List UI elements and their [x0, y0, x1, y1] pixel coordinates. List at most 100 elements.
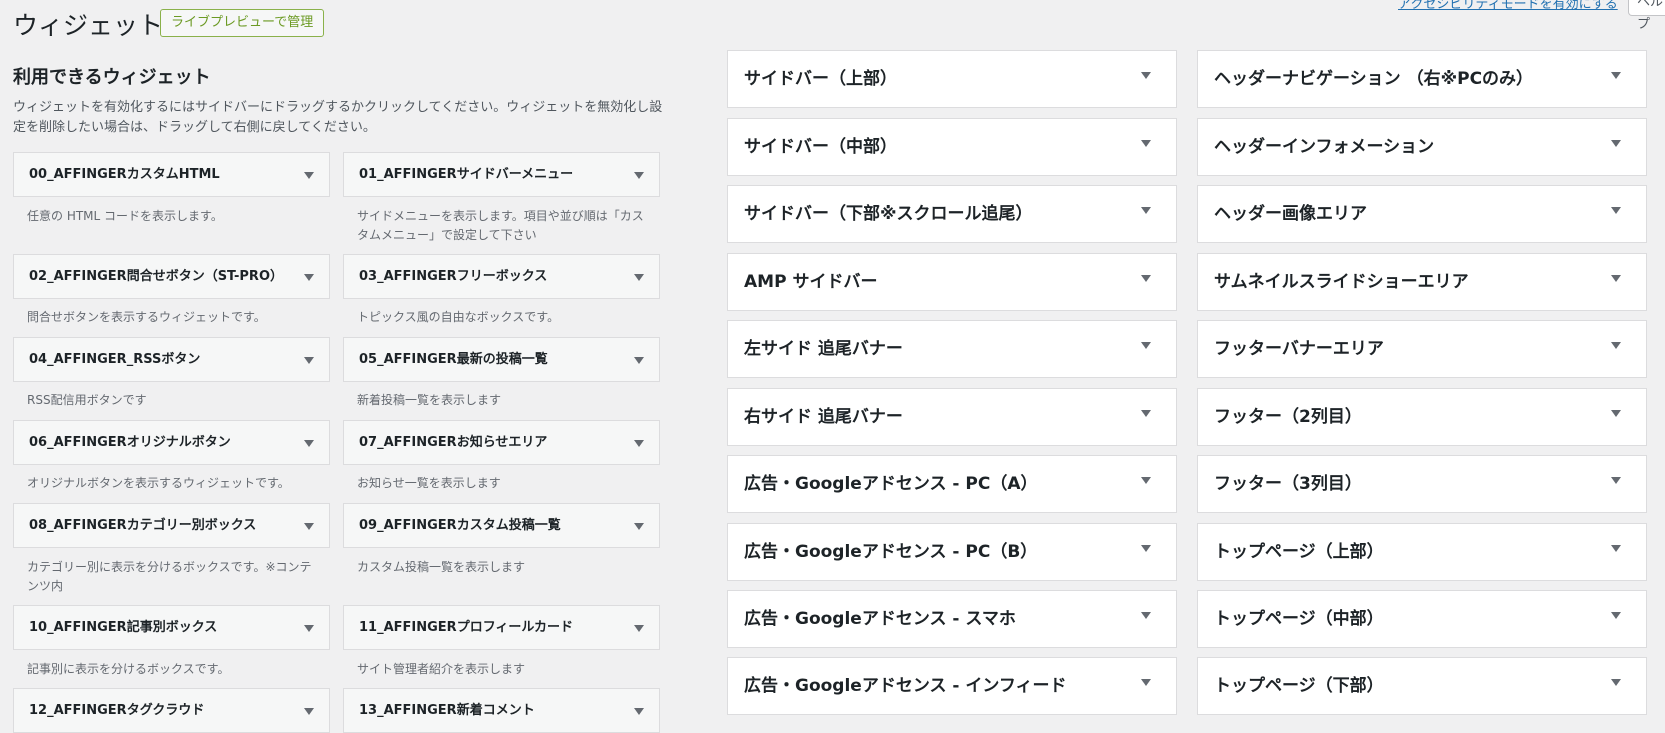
widget-description: お知らせ一覧を表示します — [357, 476, 501, 490]
widget-item[interactable]: 09_AFFINGERカスタム投稿一覧 — [343, 503, 660, 548]
widget-area-title: サイドバー（中部） — [744, 137, 897, 157]
widget-area[interactable]: フッターバナーエリア — [1197, 320, 1647, 378]
widget-title: 10_AFFINGER記事別ボックス — [29, 620, 218, 635]
widget-description: 任意の HTML コードを表示します。 — [27, 209, 223, 223]
widget-area[interactable]: 左サイド 追尾バナー — [727, 320, 1177, 378]
widget-description: RSS配信用ボタンです — [27, 393, 147, 407]
expand-arrow-icon[interactable] — [1141, 679, 1151, 686]
expand-arrow-icon[interactable] — [1611, 207, 1621, 214]
widget-item[interactable]: 08_AFFINGERカテゴリー別ボックス — [13, 503, 330, 548]
expand-arrow-icon[interactable] — [304, 440, 314, 447]
expand-arrow-icon[interactable] — [1141, 342, 1151, 349]
widget-description: オリジナルボタンを表示するウィジェットです。 — [27, 476, 290, 490]
widget-description: カスタム投稿一覧を表示します — [357, 560, 526, 574]
widget-area[interactable]: フッター（3列目） — [1197, 455, 1647, 513]
widget-area[interactable]: AMP サイドバー — [727, 253, 1177, 311]
widget-area[interactable]: 広告・Googleアドセンス - インフィード — [727, 657, 1177, 715]
expand-arrow-icon[interactable] — [304, 708, 314, 715]
expand-arrow-icon[interactable] — [634, 357, 644, 364]
accessibility-mode-link[interactable]: アクセシビリティモードを有効にする — [1398, 0, 1618, 12]
widget-item[interactable]: 04_AFFINGER_RSSボタン — [13, 337, 330, 382]
widget-area-title: 左サイド 追尾バナー — [744, 339, 903, 359]
widget-area[interactable]: 広告・Googleアドセンス - PC（A） — [727, 455, 1177, 513]
expand-arrow-icon[interactable] — [1141, 545, 1151, 552]
live-preview-button[interactable]: ライブプレビューで管理 — [160, 9, 325, 37]
expand-arrow-icon[interactable] — [1611, 72, 1621, 79]
widget-title: 04_AFFINGER_RSSボタン — [29, 352, 201, 367]
widget-area[interactable]: トップページ（上部） — [1197, 523, 1647, 581]
widget-area[interactable]: トップページ（中部） — [1197, 590, 1647, 648]
widget-area[interactable]: ヘッダーインフォメーション — [1197, 118, 1647, 176]
widget-area-title: サイドバー（下部※スクロール追尾） — [744, 204, 1033, 224]
expand-arrow-icon[interactable] — [634, 274, 644, 281]
expand-arrow-icon[interactable] — [1611, 275, 1621, 282]
expand-arrow-icon[interactable] — [1611, 477, 1621, 484]
widget-description: 新着投稿一覧を表示します — [357, 393, 502, 407]
widget-description: 問合せボタンを表示するウィジェットです。 — [27, 310, 266, 324]
help-tab[interactable]: ヘルプ — [1628, 0, 1665, 32]
widget-title: 12_AFFINGERタグクラウド — [29, 703, 205, 718]
expand-arrow-icon[interactable] — [1611, 410, 1621, 417]
expand-arrow-icon[interactable] — [634, 440, 644, 447]
widget-area[interactable]: ヘッダー画像エリア — [1197, 185, 1647, 243]
widget-area-title: フッターバナーエリア — [1214, 339, 1384, 359]
widget-item[interactable]: 03_AFFINGERフリーボックス — [343, 254, 660, 299]
widget-area[interactable]: サイドバー（中部） — [727, 118, 1177, 176]
widget-title: 01_AFFINGERサイドバーメニュー — [359, 167, 574, 182]
widget-area[interactable]: フッター（2列目） — [1197, 388, 1647, 446]
widget-area-title: 広告・Googleアドセンス - PC（B） — [744, 542, 1038, 562]
widget-area[interactable]: ヘッダーナビゲーション （右※PCのみ） — [1197, 50, 1647, 108]
widget-area-title: AMP サイドバー — [744, 272, 878, 292]
widget-item[interactable]: 00_AFFINGERカスタムHTML — [13, 152, 330, 197]
expand-arrow-icon[interactable] — [1611, 679, 1621, 686]
expand-arrow-icon[interactable] — [1141, 410, 1151, 417]
widget-area-title: サイドバー（上部） — [744, 69, 897, 89]
expand-arrow-icon[interactable] — [1611, 545, 1621, 552]
expand-arrow-icon[interactable] — [304, 625, 314, 632]
page-title: ウィジェット — [13, 11, 164, 40]
widget-title: 02_AFFINGER問合せボタン（ST-PRO） — [29, 269, 283, 284]
widget-title: 07_AFFINGERお知らせエリア — [359, 435, 548, 450]
widget-area[interactable]: トップページ（下部） — [1197, 657, 1647, 715]
widget-area[interactable]: サイドバー（下部※スクロール追尾） — [727, 185, 1177, 243]
widget-item[interactable]: 07_AFFINGERお知らせエリア — [343, 420, 660, 465]
widget-item[interactable]: 01_AFFINGERサイドバーメニュー — [343, 152, 660, 197]
widget-area-title: トップページ（下部） — [1214, 676, 1384, 696]
widget-item[interactable]: 10_AFFINGER記事別ボックス — [13, 605, 330, 650]
expand-arrow-icon[interactable] — [1611, 140, 1621, 147]
expand-arrow-icon[interactable] — [634, 172, 644, 179]
widget-title: 09_AFFINGERカスタム投稿一覧 — [359, 518, 561, 533]
widget-item[interactable]: 11_AFFINGERプロフィールカード — [343, 605, 660, 650]
expand-arrow-icon[interactable] — [1141, 140, 1151, 147]
widget-title: 06_AFFINGERオリジナルボタン — [29, 435, 231, 450]
widget-area[interactable]: 右サイド 追尾バナー — [727, 388, 1177, 446]
expand-arrow-icon[interactable] — [304, 357, 314, 364]
expand-arrow-icon[interactable] — [304, 523, 314, 530]
widget-item[interactable]: 02_AFFINGER問合せボタン（ST-PRO） — [13, 254, 330, 299]
expand-arrow-icon[interactable] — [1611, 342, 1621, 349]
widget-description: サイト管理者紹介を表示します — [357, 662, 526, 676]
expand-arrow-icon[interactable] — [1141, 207, 1151, 214]
expand-arrow-icon[interactable] — [634, 708, 644, 715]
expand-arrow-icon[interactable] — [304, 274, 314, 281]
widget-area[interactable]: サムネイルスライドショーエリア — [1197, 253, 1647, 311]
widget-area-title: サムネイルスライドショーエリア — [1214, 272, 1469, 292]
widget-area-title: フッター（3列目） — [1214, 474, 1362, 494]
expand-arrow-icon[interactable] — [1141, 275, 1151, 282]
available-widgets-title: 利用できるウィジェット — [13, 67, 211, 88]
expand-arrow-icon[interactable] — [1611, 612, 1621, 619]
widget-item[interactable]: 06_AFFINGERオリジナルボタン — [13, 420, 330, 465]
widget-area[interactable]: サイドバー（上部） — [727, 50, 1177, 108]
expand-arrow-icon[interactable] — [1141, 612, 1151, 619]
expand-arrow-icon[interactable] — [634, 523, 644, 530]
widget-item[interactable]: 12_AFFINGERタグクラウド — [13, 688, 330, 733]
widget-title: 08_AFFINGERカテゴリー別ボックス — [29, 518, 257, 533]
widget-area[interactable]: 広告・Googleアドセンス - スマホ — [727, 590, 1177, 648]
expand-arrow-icon[interactable] — [1141, 72, 1151, 79]
widget-item[interactable]: 05_AFFINGER最新の投稿一覧 — [343, 337, 660, 382]
widget-item[interactable]: 13_AFFINGER新着コメント — [343, 688, 660, 733]
expand-arrow-icon[interactable] — [634, 625, 644, 632]
expand-arrow-icon[interactable] — [1141, 477, 1151, 484]
expand-arrow-icon[interactable] — [304, 172, 314, 179]
widget-area[interactable]: 広告・Googleアドセンス - PC（B） — [727, 523, 1177, 581]
